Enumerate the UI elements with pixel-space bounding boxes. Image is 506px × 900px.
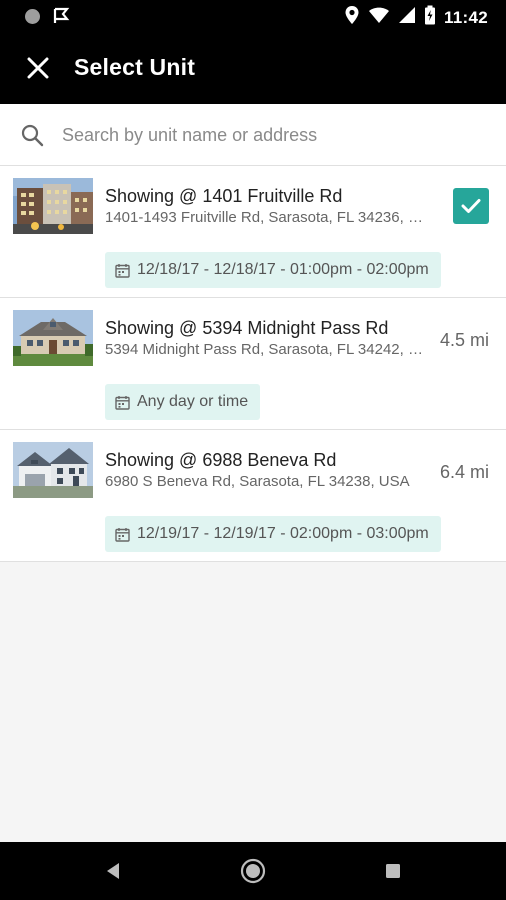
unit-distance: 4.5 mi: [439, 330, 489, 350]
close-button[interactable]: [18, 48, 58, 88]
list-item[interactable]: Showing @ 6988 Beneva Rd 6980 S Beneva R…: [0, 430, 506, 562]
system-nav-bar: [0, 842, 506, 900]
close-icon: [27, 57, 49, 79]
status-time: 11:42: [443, 7, 488, 27]
list-item[interactable]: Showing @ 1401 Fruitville Rd 1401-1493 F…: [0, 166, 506, 298]
unit-thumbnail: [13, 442, 93, 498]
search-icon: [20, 123, 44, 147]
wifi-icon: [368, 6, 390, 29]
list-item[interactable]: Showing @ 5394 Midnight Pass Rd 5394 Mid…: [0, 298, 506, 430]
calendar-icon: [115, 263, 130, 278]
status-bar: 11:42: [0, 0, 506, 32]
unit-name: Showing @ 1401 Fruitville Rd: [105, 186, 343, 206]
app-bar: Select Unit: [0, 32, 506, 104]
back-button[interactable]: [100, 858, 126, 884]
unit-name: Showing @ 6988 Beneva Rd: [105, 450, 337, 470]
time-slot-label: 12/18/17 - 12/18/17 - 01:00pm - 02:00pm: [137, 261, 429, 278]
search-input[interactable]: [62, 119, 482, 151]
back-icon: [107, 863, 119, 879]
time-slot-chip: 12/18/17 - 12/18/17 - 01:00pm - 02:00pm: [105, 252, 441, 288]
circle-notification-icon: [24, 8, 41, 30]
signal-icon: [398, 6, 416, 29]
recents-icon: [386, 864, 400, 878]
unit-list: Showing @ 1401 Fruitville Rd 1401-1493 F…: [0, 166, 506, 562]
flag-notification-icon: [53, 7, 71, 30]
time-slot-chip: Any day or time: [105, 384, 261, 420]
search-bar: [0, 104, 506, 166]
unit-thumbnail: [13, 178, 93, 234]
recents-button[interactable]: [380, 858, 406, 884]
home-icon: [240, 858, 266, 884]
location-pin-icon: [344, 5, 360, 30]
unit-address: 5394 Midnight Pass Rd, Sarasota, FL 3424…: [105, 341, 427, 358]
checkmark-icon: [461, 199, 481, 213]
calendar-icon: [115, 395, 130, 410]
unit-thumbnail: [13, 310, 93, 366]
time-slot-chip: 12/19/17 - 12/19/17 - 02:00pm - 03:00pm: [105, 516, 441, 552]
unit-address: 1401-1493 Fruitville Rd, Sarasota, FL 34…: [105, 209, 427, 226]
unit-name: Showing @ 5394 Midnight Pass Rd: [105, 318, 389, 338]
time-slot-label: 12/19/17 - 12/19/17 - 02:00pm - 03:00pm: [137, 525, 429, 542]
home-button[interactable]: [240, 858, 266, 884]
time-slot-label: Any day or time: [137, 393, 249, 410]
unit-address: 6980 S Beneva Rd, Sarasota, FL 34238, US…: [105, 473, 410, 490]
page-title: Select Unit: [74, 54, 196, 80]
unit-distance: 6.4 mi: [439, 462, 489, 482]
battery-icon: [424, 5, 436, 30]
calendar-icon: [115, 527, 130, 542]
selected-checkbox[interactable]: [453, 188, 489, 224]
